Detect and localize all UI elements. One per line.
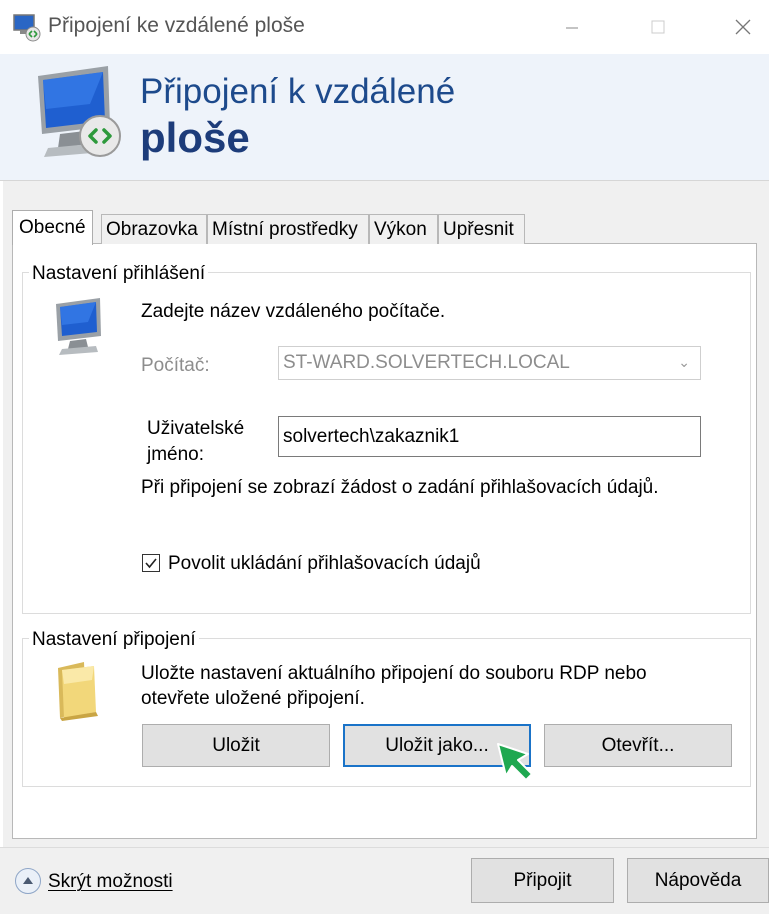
tab-display[interactable]: Obrazovka <box>101 214 207 244</box>
folder-icon <box>52 660 102 722</box>
computer-icon <box>50 298 116 356</box>
tab-advanced[interactable]: Upřesnit <box>438 214 525 244</box>
chevron-down-icon: ⌄ <box>678 354 690 370</box>
connection-description-line2: otevřete uložené připojení. <box>141 688 365 709</box>
open-button[interactable]: Otevřít... <box>544 724 732 767</box>
username-value: solvertech\zakaznik1 <box>283 425 460 447</box>
computer-value: ST-WARD.SOLVERTECH.LOCAL <box>283 352 570 373</box>
save-credentials-label[interactable]: Povolit ukládání přihlašovacích údajů <box>168 553 481 575</box>
green-cursor-icon <box>494 740 536 786</box>
hide-options-toggle[interactable] <box>15 868 41 894</box>
connection-description-line1: Uložte nastavení aktuálního připojení do… <box>141 663 647 684</box>
tab-general[interactable]: Obecné <box>12 210 93 245</box>
tab-local-resources[interactable]: Místní prostředky <box>207 214 369 244</box>
connect-button[interactable]: Připojit <box>471 858 614 903</box>
connection-settings-label: Nastavení připojení <box>29 629 199 651</box>
help-button[interactable]: Nápověda <box>627 858 769 903</box>
hide-options-link[interactable]: Skrýt možnosti <box>48 871 173 893</box>
minimize-icon <box>566 27 578 29</box>
close-icon <box>735 19 751 35</box>
computer-label: Počítač: <box>141 355 210 376</box>
remote-desktop-monitor-icon <box>30 64 130 164</box>
save-credentials-checkbox[interactable] <box>142 554 160 572</box>
username-label-line2: jméno: <box>147 444 205 465</box>
credentials-prompt-text: Při připojení se zobrazí žádost o zadání… <box>141 477 659 498</box>
maximize-button[interactable] <box>635 8 681 46</box>
minimize-button[interactable] <box>549 8 595 46</box>
save-button[interactable]: Uložit <box>142 724 330 767</box>
login-settings-label: Nastavení přihlášení <box>29 263 209 285</box>
tab-experience[interactable]: Výkon <box>369 214 438 244</box>
maximize-icon <box>651 20 665 34</box>
banner-title-line2: ploše <box>140 114 250 161</box>
close-button[interactable] <box>720 8 766 46</box>
username-input[interactable]: solvertech\zakaznik1 <box>278 416 701 457</box>
banner-title-line1: Připojení k vzdálené <box>140 72 456 111</box>
chevron-up-icon <box>23 877 33 884</box>
checkmark-icon <box>145 558 157 569</box>
computer-combobox[interactable]: ST-WARD.SOLVERTECH.LOCAL ⌄ <box>278 346 701 380</box>
window-title: Připojení ke vzdálené ploše <box>48 14 305 37</box>
remote-desktop-app-icon <box>12 12 42 42</box>
username-label-line1: Uživatelské <box>147 418 245 439</box>
login-instruction: Zadejte název vzdáleného počítače. <box>141 301 446 322</box>
